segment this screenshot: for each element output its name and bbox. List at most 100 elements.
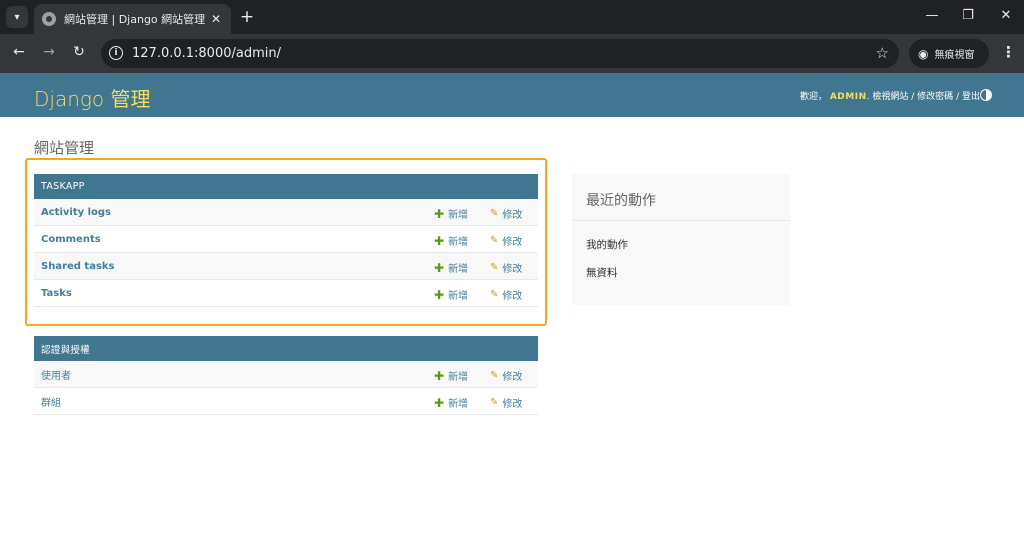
model-link[interactable]: 使用者 [41, 367, 71, 382]
username: ADMIN [829, 92, 867, 102]
module-caption[interactable]: 認證與授權 [34, 336, 538, 361]
recent-actions-panel: 最近的動作 我的動作 無資料 [572, 174, 790, 305]
add-label: 新增 [448, 372, 469, 383]
separator: / [911, 92, 915, 102]
plus-icon: ✚ [434, 395, 445, 410]
welcome-text: 歡迎， [799, 92, 827, 102]
add-label: 新增 [448, 210, 469, 221]
model-row: Tasks ✚ 新增 ✎ 修改 [34, 280, 538, 307]
module-caption[interactable]: TASKAPP [34, 174, 538, 199]
plus-icon: ✚ [434, 368, 445, 383]
model-link[interactable]: Tasks [41, 288, 72, 299]
minimize-button[interactable]: — [924, 8, 940, 23]
pencil-icon: ✎ [490, 234, 499, 246]
view-site-link[interactable]: 檢視網站 [872, 92, 908, 102]
pencil-icon: ✎ [490, 288, 499, 300]
restore-button[interactable]: ❐ [960, 8, 976, 23]
restore-icon: ❐ [962, 8, 974, 23]
add-link[interactable]: ✚ 新增 [434, 233, 469, 249]
change-link[interactable]: ✎ 修改 [490, 206, 523, 222]
incognito-icon: ◉ [918, 46, 929, 61]
no-actions-text: 無資料 [586, 267, 618, 279]
browser-menu-button[interactable]: ⋮ [1001, 43, 1016, 61]
arrow-left-icon: ← [13, 44, 25, 60]
url-text: 127.0.0.1:8000/admin/ [132, 46, 281, 61]
incognito-indicator[interactable]: ◉ 無痕視窗 [909, 39, 989, 68]
user-tools: 歡迎， ADMIN. 檢視網站 / 修改密碼 / 登出 [799, 92, 980, 102]
change-link[interactable]: ✎ 修改 [490, 233, 523, 249]
forward-button[interactable]: → [40, 44, 58, 60]
model-list: Activity logs ✚ 新增 ✎ 修改 Comments ✚ 新增 ✎ 修改 S… [34, 199, 538, 307]
add-link[interactable]: ✚ 新增 [434, 206, 469, 222]
change-label: 修改 [502, 264, 523, 275]
add-link[interactable]: ✚ 新增 [434, 395, 469, 411]
change-label: 修改 [502, 291, 523, 302]
app-module-auth: 認證與授權 使用者 ✚ 新增 ✎ 修改 群組 ✚ 新增 ✎ 修改 [34, 336, 538, 415]
add-label: 新增 [448, 237, 469, 248]
new-tab-button[interactable]: + [238, 7, 256, 27]
incognito-label: 無痕視窗 [934, 50, 975, 61]
divider [572, 220, 790, 221]
address-bar[interactable]: i 127.0.0.1:8000/admin/ ☆ [101, 39, 899, 68]
logout-link[interactable]: 登出 [962, 92, 980, 102]
globe-icon [42, 12, 56, 26]
site-header: Django 管理 歡迎， ADMIN. 檢視網站 / 修改密碼 / 登出 [0, 73, 1024, 117]
tab-title: 網站管理 | Django 網站管理 [64, 13, 206, 26]
plus-icon: + [239, 7, 255, 27]
reload-icon: ↻ [73, 44, 85, 60]
browser-tab-active[interactable]: 網站管理 | Django 網站管理 ✕ [34, 4, 231, 34]
info-icon[interactable]: i [109, 46, 123, 60]
plus-icon: ✚ [434, 206, 445, 221]
close-icon[interactable]: ✕ [209, 12, 223, 26]
change-link[interactable]: ✎ 修改 [490, 260, 523, 276]
add-label: 新增 [448, 264, 469, 275]
change-link[interactable]: ✎ 修改 [490, 287, 523, 303]
app-module-taskapp: TASKAPP Activity logs ✚ 新增 ✎ 修改 Comments ✚… [34, 174, 538, 307]
change-link[interactable]: ✎ 修改 [490, 368, 523, 384]
plus-icon: ✚ [434, 233, 445, 248]
recent-actions-title: 最近的動作 [586, 193, 656, 209]
change-label: 修改 [502, 237, 523, 248]
model-row: Shared tasks ✚ 新增 ✎ 修改 [34, 253, 538, 280]
site-brand[interactable]: Django 管理 [34, 83, 150, 112]
browser-toolbar: ← → ↻ i 127.0.0.1:8000/admin/ ☆ ◉ 無痕視窗 ⋮ [0, 34, 1024, 73]
close-icon: ✕ [1000, 8, 1012, 23]
change-label: 修改 [502, 210, 523, 221]
model-list: 使用者 ✚ 新增 ✎ 修改 群組 ✚ 新增 ✎ 修改 [34, 361, 538, 415]
page-title: 網站管理 [34, 139, 95, 157]
reload-button[interactable]: ↻ [70, 44, 88, 60]
add-link[interactable]: ✚ 新增 [434, 368, 469, 384]
pencil-icon: ✎ [490, 261, 499, 273]
model-row: 使用者 ✚ 新增 ✎ 修改 [34, 361, 538, 388]
model-row: Activity logs ✚ 新增 ✎ 修改 [34, 199, 538, 226]
tab-strip: ▾ 網站管理 | Django 網站管理 ✕ + — ❐ ✕ [0, 0, 1024, 34]
add-label: 新增 [448, 399, 469, 410]
model-link[interactable]: Comments [41, 234, 101, 245]
minimize-icon: — [925, 8, 939, 23]
add-label: 新增 [448, 291, 469, 302]
arrow-right-icon: → [43, 44, 55, 60]
model-link[interactable]: 群組 [41, 394, 61, 409]
change-label: 修改 [502, 399, 523, 410]
add-link[interactable]: ✚ 新增 [434, 260, 469, 276]
theme-toggle-icon[interactable] [980, 89, 992, 101]
back-button[interactable]: ← [10, 44, 28, 60]
window-close-button[interactable]: ✕ [998, 8, 1014, 23]
my-actions-heading: 我的動作 [586, 239, 628, 251]
more-vertical-icon: ⋮ [1001, 43, 1016, 61]
change-link[interactable]: ✎ 修改 [490, 395, 523, 411]
change-password-link[interactable]: 修改密碼 [917, 92, 953, 102]
pencil-icon: ✎ [490, 369, 499, 381]
change-label: 修改 [502, 372, 523, 383]
add-link[interactable]: ✚ 新增 [434, 287, 469, 303]
plus-icon: ✚ [434, 260, 445, 275]
plus-icon: ✚ [434, 287, 445, 302]
pencil-icon: ✎ [490, 207, 499, 219]
tab-search-button[interactable]: ▾ [6, 6, 28, 28]
browser-chrome: ▾ 網站管理 | Django 網站管理 ✕ + — ❐ ✕ ← → ↻ i 1… [0, 0, 1024, 73]
model-row: Comments ✚ 新增 ✎ 修改 [34, 226, 538, 253]
model-link[interactable]: Activity logs [41, 207, 111, 218]
chevron-down-icon: ▾ [14, 11, 20, 23]
model-link[interactable]: Shared tasks [41, 261, 115, 272]
star-icon[interactable]: ☆ [876, 44, 889, 62]
